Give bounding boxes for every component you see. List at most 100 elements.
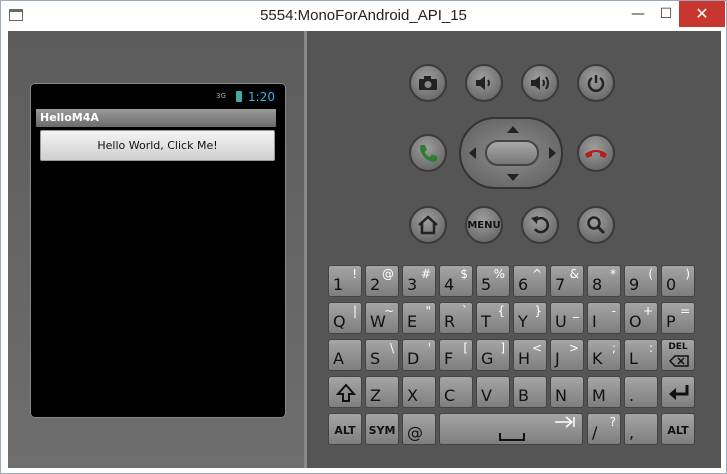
- end-call-icon: [585, 150, 607, 158]
- key-a[interactable]: A: [328, 339, 362, 371]
- controls-panel: MENU 1! 2 @3 #4 $5% 6 ^ 7 & 8 * 9(0) Q | W ~ E " R ` T{Y} U _ I…: [307, 31, 721, 468]
- key-primary-label: 2: [370, 275, 381, 294]
- volume-up-button[interactable]: [521, 64, 559, 102]
- key-7[interactable]: 7 &: [550, 265, 584, 297]
- home-button[interactable]: [409, 206, 447, 244]
- key-primary-label: T: [481, 312, 491, 331]
- key-n[interactable]: N: [550, 376, 584, 408]
- power-button[interactable]: [577, 64, 615, 102]
- key-primary-label: 7: [555, 275, 566, 294]
- key-b[interactable]: B: [513, 376, 547, 408]
- key-primary-label: 8: [592, 275, 603, 294]
- key-h[interactable]: H <: [513, 339, 547, 371]
- key-f[interactable]: F[: [439, 339, 473, 371]
- key-9[interactable]: 9(: [624, 265, 658, 297]
- key-secondary-label: }: [534, 304, 542, 318]
- home-icon: [418, 215, 438, 235]
- end-call-button[interactable]: [577, 134, 615, 172]
- close-button[interactable]: ✕: [679, 1, 725, 27]
- key-primary-label: Q: [333, 312, 346, 331]
- key-3[interactable]: 3 #: [402, 265, 436, 297]
- key-d[interactable]: D ': [402, 339, 436, 371]
- slash-key[interactable]: /?: [587, 413, 621, 445]
- app-title-bar: HelloM4A: [36, 109, 276, 127]
- key-secondary-label: ?: [609, 415, 616, 429]
- key-x[interactable]: X: [402, 376, 436, 408]
- key-primary-label: R: [444, 312, 456, 331]
- space-key[interactable]: [439, 413, 583, 445]
- key-secondary-label: ^: [531, 267, 542, 281]
- key-8[interactable]: 8 *: [587, 265, 621, 297]
- alt-left-key[interactable]: ALT: [328, 413, 362, 445]
- dpad[interactable]: [459, 117, 563, 189]
- key-1[interactable]: 1!: [328, 265, 362, 297]
- key-secondary-label: <: [531, 341, 542, 355]
- key-j[interactable]: J >: [550, 339, 584, 371]
- key-5[interactable]: 5%: [476, 265, 510, 297]
- key-primary-label: U: [555, 312, 567, 331]
- key-y[interactable]: Y}: [513, 302, 547, 334]
- key-c[interactable]: C: [439, 376, 473, 408]
- enter-key[interactable]: [661, 376, 695, 408]
- dpad-down-icon: [507, 174, 519, 181]
- camera-button[interactable]: [409, 64, 447, 102]
- volume-down-button[interactable]: [465, 64, 503, 102]
- search-button[interactable]: [577, 206, 615, 244]
- key-t[interactable]: T{: [476, 302, 510, 334]
- hello-button[interactable]: Hello World, Click Me!: [40, 130, 275, 161]
- alt-right-key[interactable]: ALT: [661, 413, 695, 445]
- key-primary-label: 4: [444, 275, 455, 294]
- key-w[interactable]: W ~: [365, 302, 399, 334]
- key-s[interactable]: S \: [365, 339, 399, 371]
- key-primary-label: 3: [407, 275, 418, 294]
- call-button[interactable]: [409, 134, 447, 172]
- key-primary-label: J: [555, 349, 560, 368]
- key-p[interactable]: P =: [661, 302, 695, 334]
- key-m[interactable]: M: [587, 376, 621, 408]
- menu-button[interactable]: MENU: [465, 206, 503, 244]
- key-secondary-label: ;: [611, 341, 616, 355]
- maximize-button[interactable]: ☐: [653, 1, 679, 27]
- at-key[interactable]: @: [402, 413, 436, 445]
- key-.[interactable]: .: [624, 376, 658, 408]
- key-r[interactable]: R `: [439, 302, 473, 334]
- key-primary-label: 9: [629, 275, 640, 294]
- space-icon: [499, 433, 525, 441]
- key-primary-label: O: [629, 312, 642, 331]
- enter-icon: [669, 385, 689, 400]
- key-secondary-label: `: [462, 304, 468, 318]
- key-g[interactable]: G]: [476, 339, 510, 371]
- key-6[interactable]: 6 ^: [513, 265, 547, 297]
- shift-key[interactable]: [328, 376, 362, 408]
- key-secondary-label: \: [389, 341, 394, 355]
- key-e[interactable]: E ": [402, 302, 436, 334]
- search-icon: [587, 216, 606, 235]
- minimize-button[interactable]: —: [623, 1, 653, 27]
- key-secondary-label: (: [648, 267, 653, 281]
- key-primary-label: S: [370, 349, 381, 368]
- key-v[interactable]: V: [476, 376, 510, 408]
- back-button[interactable]: [521, 206, 559, 244]
- dpad-center-button[interactable]: [485, 140, 539, 166]
- key-u[interactable]: U _: [550, 302, 584, 334]
- key-2[interactable]: 2 @: [365, 265, 399, 297]
- call-icon: [420, 145, 437, 162]
- key-k[interactable]: K;: [587, 339, 621, 371]
- sym-key[interactable]: SYM: [365, 413, 399, 445]
- key-i[interactable]: I-: [587, 302, 621, 334]
- key-l[interactable]: L:: [624, 339, 658, 371]
- key-4[interactable]: 4 $: [439, 265, 473, 297]
- key-z[interactable]: Z: [365, 376, 399, 408]
- comma-key[interactable]: ,: [624, 413, 658, 445]
- phone-screen[interactable]: 3G 1:20 HelloM4A Hello World, Click Me!: [30, 83, 286, 418]
- key-0[interactable]: 0): [661, 265, 695, 297]
- key-secondary-label: #: [420, 267, 431, 281]
- dpad-left-icon: [469, 147, 476, 159]
- key-secondary-label: %: [493, 267, 505, 281]
- key-o[interactable]: O +: [624, 302, 658, 334]
- key-primary-label: E: [407, 312, 418, 331]
- key-q[interactable]: Q |: [328, 302, 362, 334]
- delete-key[interactable]: DEL: [661, 339, 695, 371]
- key-primary-label: F: [444, 349, 454, 368]
- key-secondary-label: ": [425, 304, 431, 318]
